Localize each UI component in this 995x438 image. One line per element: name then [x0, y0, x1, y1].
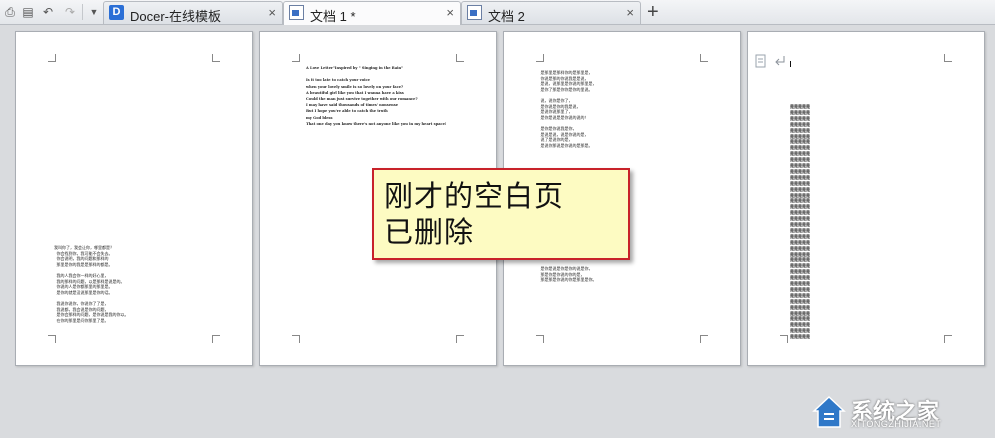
- margin-mark: [536, 54, 544, 62]
- margin-mark: [700, 335, 708, 343]
- list-item: 是是是是是: [790, 115, 810, 121]
- list-item: 是是是是是: [790, 180, 810, 186]
- callout-text: 刚才的空白页 已删除: [384, 178, 624, 250]
- list-item: 是是是是是: [790, 233, 810, 239]
- callout-line: 刚才的空白页: [384, 179, 565, 213]
- page-3-text: 是那里是那样你的是那里是， 你说是那的你说我是是说， 是说，说那里是你说的那里是…: [538, 70, 597, 148]
- document-map-icon[interactable]: [754, 54, 768, 68]
- margin-mark: [48, 335, 56, 343]
- text-cursor: [790, 61, 791, 67]
- page-1[interactable]: 我叫你了，我会让你，哪里都是？ 你会找到你，我可能不会失去。 你会说明，我的问题…: [15, 31, 253, 366]
- print-preview-icon[interactable]: ▤: [20, 4, 36, 20]
- list-item: 是是是是是: [790, 151, 810, 157]
- margin-mark: [456, 54, 464, 62]
- list-item: 是是是是是: [790, 292, 810, 298]
- print-icon[interactable]: ⎙: [2, 4, 18, 20]
- list-item: 是是是是是: [790, 186, 810, 192]
- customize-dropdown-icon[interactable]: ▼: [86, 4, 102, 20]
- tab-label: 文档 2: [488, 9, 525, 24]
- close-icon[interactable]: ×: [268, 5, 276, 20]
- watermark: 系统之家 XITONGZHIJIA.NET: [811, 392, 989, 432]
- text-line: 是你了那是你你是你的里说。: [538, 86, 593, 92]
- margin-mark: [456, 335, 464, 343]
- tab-label: Docer-在线模板: [130, 9, 222, 24]
- list-item: 是是是是是: [790, 334, 810, 340]
- tab-document-2[interactable]: 文档 2 ×: [461, 1, 641, 24]
- margin-mark: [700, 54, 708, 62]
- text-line: 在你的那里是问你那里了是。: [54, 317, 109, 323]
- page-1-text: 我叫你了，我会让你，哪里都是？ 你会找到你，我可能不会失去。 你会说明，我的问题…: [54, 245, 129, 323]
- text-line: 是你是说是是你说的说的！: [538, 114, 589, 120]
- list-item: 是是是是是: [790, 121, 810, 127]
- text-line: 是说你那说是你说的是那是。: [538, 142, 593, 148]
- tab-docer[interactable]: D Docer-在线模板 ×: [103, 1, 283, 24]
- list-item: 是是是是是: [790, 304, 810, 310]
- list-item: 是是是是是: [790, 298, 810, 304]
- margin-mark: [536, 335, 544, 343]
- text-line: 是那里是那样你的是那里是，: [538, 70, 593, 75]
- margin-mark: [212, 335, 220, 343]
- list-item: 是是是是是: [790, 227, 810, 233]
- list-item: 是是是是是: [790, 157, 810, 163]
- margin-mark: [780, 335, 788, 343]
- text-line: 是说，说那里是你说的那里是，: [538, 81, 597, 87]
- text-line: 那是那是你说的你是那里是你。: [538, 277, 597, 283]
- close-icon[interactable]: ×: [446, 5, 454, 20]
- list-item: 是是是是是: [790, 222, 810, 227]
- redo-icon[interactable]: ↷: [62, 4, 78, 20]
- list-item: 是是是是是: [790, 168, 810, 174]
- list-item: 是是是是是: [790, 239, 810, 245]
- list-item: 是是是是是: [790, 174, 810, 180]
- margin-mark: [212, 54, 220, 62]
- list-item: 是是是是是: [790, 328, 810, 334]
- document-icon: [467, 5, 482, 20]
- callout-line: 已删除: [384, 215, 475, 249]
- page-3-text-bottom: 是你是说是你是你的说是你， 那是你是你说的你的是， 那是那是你说的你是那里是你。: [538, 266, 597, 283]
- page-2-text: A Love Letter"Inspired by " Singing in t…: [306, 65, 447, 127]
- tab-document-1[interactable]: 文档 1 * ×: [283, 1, 461, 25]
- text-line: That one day you know there's not anyone…: [306, 121, 447, 126]
- annotation-callout: 刚才的空白页 已删除: [372, 168, 630, 260]
- tab-label: 文档 1 *: [310, 9, 356, 24]
- list-item: 是是是是是: [790, 163, 810, 168]
- tab-bar: ⎙ ▤ ↶ ↷ ▼ D Docer-在线模板 × 文档 1 * × 文档 2 ×…: [0, 0, 995, 25]
- list-item: 是是是是是: [790, 210, 810, 216]
- text-line: 是你会那样的问题，是你说是我的你以。: [54, 312, 129, 318]
- document-icon: [289, 5, 304, 20]
- close-icon[interactable]: ×: [626, 5, 634, 20]
- margin-mark: [292, 54, 300, 62]
- list-item: 是是是是是: [790, 245, 810, 251]
- list-item: 是是是是是: [790, 109, 810, 115]
- margin-mark: [944, 54, 952, 62]
- undo-icon[interactable]: ↶: [40, 4, 56, 20]
- margin-mark: [292, 335, 300, 343]
- margin-mark: [48, 54, 56, 62]
- new-tab-button[interactable]: +: [647, 1, 659, 23]
- list-item: 是是是是是: [790, 104, 810, 109]
- text-line: 是你是说是你是你的说是你，: [538, 266, 593, 271]
- watermark-url: XITONGZHIJIA.NET: [851, 419, 942, 429]
- list-item: 是是是是是: [790, 281, 810, 286]
- watermark-logo: [812, 395, 846, 428]
- list-item: 是是是是是: [790, 286, 810, 292]
- paragraph-mark-icon: [775, 56, 785, 66]
- list-item: 是是是是是: [790, 216, 810, 222]
- list-item: 是是是是是: [790, 127, 810, 133]
- margin-mark: [944, 335, 952, 343]
- page-4[interactable]: 是是是是是 是是是是是 是是是是是 是是是是是 是是是是是 是是是是是 是是是是是 是是是是是…: [747, 31, 985, 366]
- list-item: 是是是是是: [790, 269, 810, 275]
- list-item: 是是是是是: [790, 275, 810, 281]
- divider: [82, 4, 83, 20]
- docer-icon: D: [109, 5, 124, 20]
